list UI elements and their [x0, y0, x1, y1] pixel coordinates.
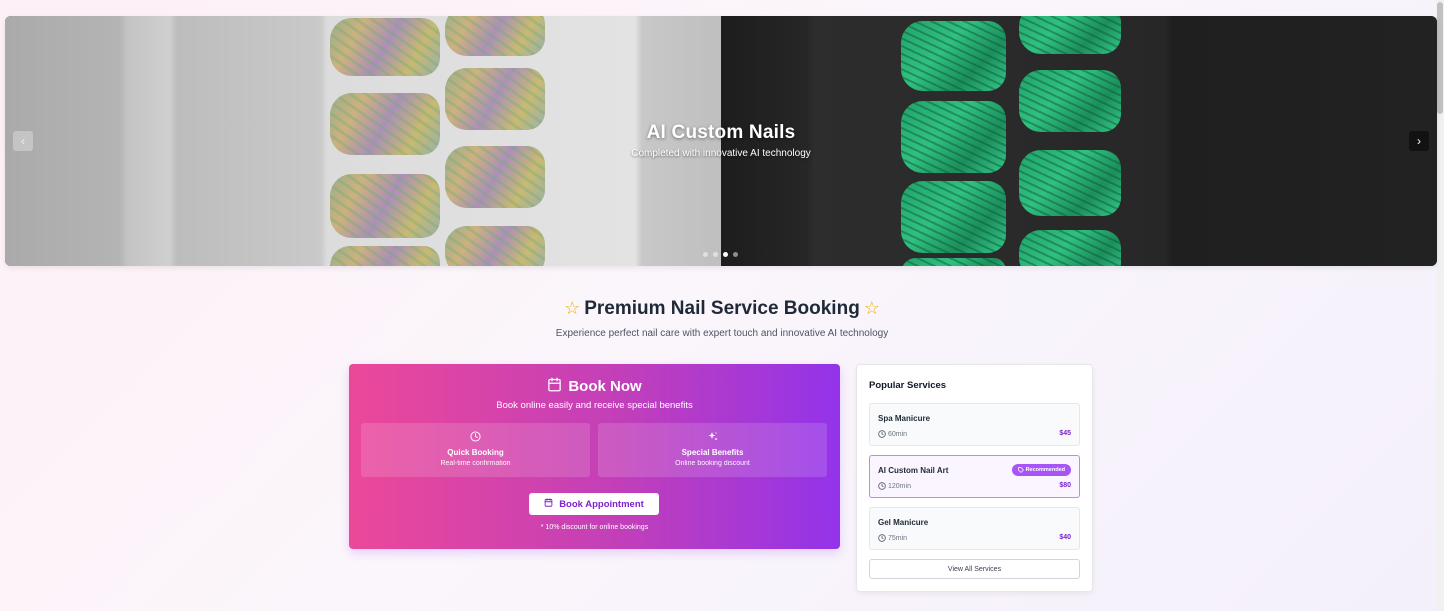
- booking-subtitle: Book online easily and receive special b…: [496, 400, 693, 411]
- nail-image: [330, 174, 440, 238]
- section-subtitle: Experience perfect nail care with expert…: [555, 328, 889, 339]
- clock-icon: [878, 430, 886, 438]
- booking-title-row: Book Now: [349, 377, 840, 396]
- star-icon: ☆: [863, 298, 880, 318]
- service-duration-text: 60min: [888, 430, 908, 438]
- service-item-gel-manicure[interactable]: Gel Manicure 75min $40: [869, 507, 1080, 550]
- popular-services-title: Popular Services: [869, 380, 947, 391]
- feature-desc: Real-time confirmation: [440, 460, 511, 467]
- tag-icon: [1017, 467, 1024, 473]
- carousel-dot[interactable]: [733, 252, 738, 257]
- carousel-indicators: [703, 252, 738, 257]
- booking-card: Book Now Book online easily and receive …: [349, 364, 840, 549]
- nail-image: [1019, 230, 1121, 266]
- discount-note: * 10% discount for online bookings: [540, 524, 649, 531]
- service-name: Gel Manicure: [878, 518, 929, 527]
- carousel-dot[interactable]: [703, 252, 708, 257]
- carousel-dot[interactable]: [713, 252, 718, 257]
- feature-desc: Online booking discount: [675, 460, 750, 467]
- star-icon: ☆: [564, 298, 581, 318]
- hero-subtitle: Completed with innovative AI technology: [631, 148, 811, 159]
- nail-image: [901, 21, 1006, 91]
- scrollbar-thumb[interactable]: [1437, 2, 1443, 114]
- service-name: AI Custom Nail Art: [878, 466, 949, 475]
- view-all-services-button[interactable]: View All Services: [869, 559, 1080, 579]
- service-duration: 120min: [878, 482, 911, 490]
- section-heading: ☆ Premium Nail Service Booking ☆: [0, 298, 1444, 320]
- calendar-icon: [547, 377, 562, 396]
- nail-image: [445, 16, 545, 56]
- service-duration-text: 75min: [888, 534, 908, 542]
- booking-title: Book Now: [568, 378, 642, 395]
- book-appointment-button[interactable]: Book Appointment: [529, 493, 659, 515]
- recommended-badge: Recommended: [1011, 464, 1071, 476]
- service-name: Spa Manicure: [878, 414, 931, 423]
- clock-icon: [878, 534, 886, 542]
- badge-text: Recommended: [1025, 467, 1065, 473]
- nail-image: [1019, 150, 1121, 216]
- nail-image: [1019, 16, 1121, 54]
- section-title: Premium Nail Service Booking: [584, 298, 860, 319]
- feature-quick-booking: Quick Booking Real-time confirmation: [361, 423, 590, 477]
- carousel-next-button[interactable]: ›: [1409, 131, 1429, 151]
- service-duration-text: 120min: [888, 482, 911, 490]
- service-price: $45: [1059, 430, 1071, 437]
- hero-title: AI Custom Nails: [646, 122, 796, 143]
- sparkles-icon: [598, 431, 827, 443]
- clock-icon: [361, 431, 590, 442]
- feature-title: Special Benefits: [681, 448, 744, 457]
- service-price: $40: [1059, 534, 1071, 541]
- feature-title: Quick Booking: [447, 448, 504, 457]
- book-appointment-label: Book Appointment: [559, 498, 644, 510]
- nail-image: [901, 181, 1006, 253]
- nail-image: [330, 18, 440, 76]
- service-duration: 60min: [878, 430, 907, 438]
- service-item-spa-manicure[interactable]: Spa Manicure 60min $45: [869, 403, 1080, 446]
- feature-special-benefits: Special Benefits Online booking discount: [598, 423, 827, 477]
- carousel-dot-active[interactable]: [723, 252, 728, 257]
- hero-carousel: AI Custom Nails Completed with innovativ…: [5, 16, 1437, 266]
- nail-image: [445, 226, 545, 266]
- service-price: $80: [1059, 482, 1071, 489]
- service-duration: 75min: [878, 534, 907, 542]
- nail-image: [330, 246, 440, 266]
- carousel-prev-button[interactable]: ‹: [13, 131, 33, 151]
- nail-image: [901, 258, 1006, 266]
- popular-services-panel: Popular Services Spa Manicure 60min $45 …: [856, 364, 1093, 592]
- clock-icon: [878, 482, 886, 490]
- nail-image: [445, 68, 545, 130]
- calendar-icon: [544, 498, 553, 510]
- service-item-ai-custom-nail-art[interactable]: AI Custom Nail Art Recommended 120min $8…: [869, 455, 1080, 498]
